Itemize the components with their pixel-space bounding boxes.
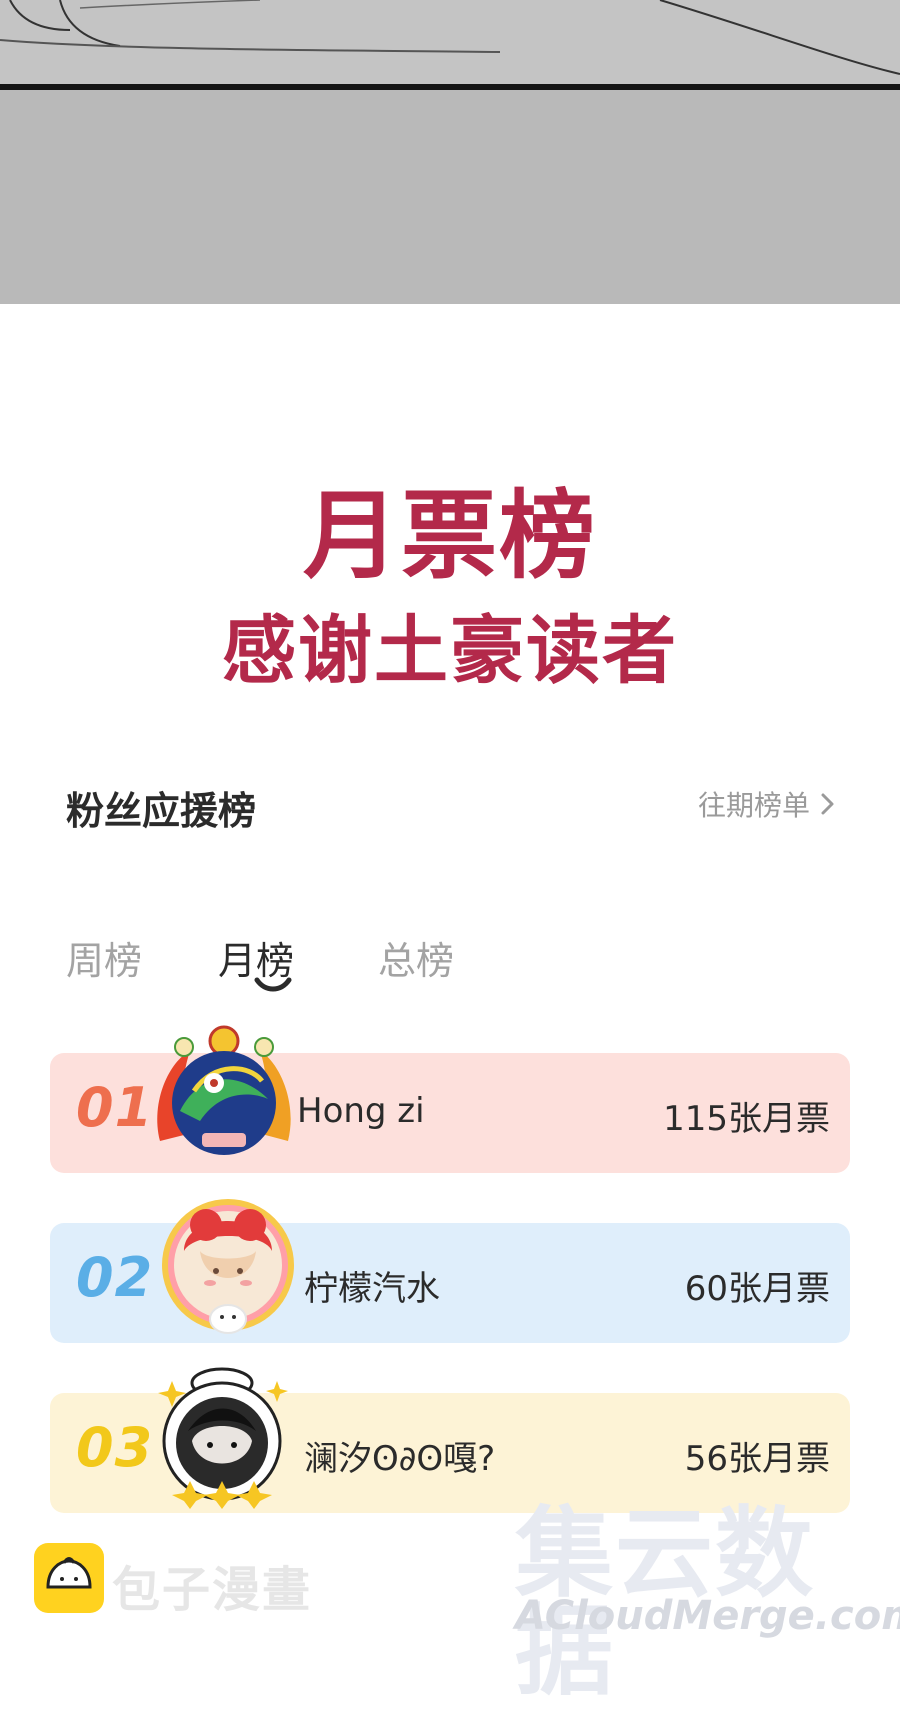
- vote-count: 56张月票: [684, 1439, 830, 1479]
- manga-sketch-lines: [0, 0, 900, 75]
- banner-subtitle: 感谢土豪读者: [222, 608, 678, 694]
- rank-number: 01: [76, 1076, 154, 1139]
- watermark-text-en: ACloudMerge.com: [515, 1593, 900, 1639]
- ranking-row-1[interactable]: 01 Hong zi 115张月票: [50, 1025, 850, 1173]
- banner-title: 月票榜: [303, 480, 597, 592]
- history-link-label: 往期榜单: [697, 789, 810, 822]
- rank-number: 03: [76, 1416, 154, 1479]
- bun-logo-icon: [34, 1543, 104, 1613]
- fan-name: 柠檬汽水: [304, 1269, 440, 1309]
- vote-count: 115张月票: [663, 1099, 830, 1139]
- fan-name: Hong zi: [297, 1091, 425, 1131]
- panel-divider: [0, 84, 900, 90]
- dragon-badge-avatar: [157, 1025, 291, 1155]
- history-list-link[interactable]: 往期榜单: [698, 784, 840, 824]
- duck-frame-avatar: [158, 1367, 288, 1509]
- manga-panel-image: [0, 0, 900, 304]
- tab-weekly[interactable]: 周榜: [66, 930, 142, 985]
- section-heading: 粉丝应援榜: [66, 789, 257, 833]
- brand-name: 包子漫畫: [112, 1562, 313, 1618]
- chevron-right-icon: [821, 793, 834, 815]
- girl-portrait-avatar: [162, 1199, 294, 1334]
- ranking-row-3[interactable]: 03 澜汐ʘ∂ʘ嘎? 56张月票: [50, 1367, 850, 1513]
- fan-name: 澜汐ʘ∂ʘ嘎?: [304, 1439, 496, 1479]
- active-tab-indicator: [254, 977, 292, 992]
- vote-count: 60张月票: [684, 1269, 830, 1309]
- ranking-tabs: 周榜 月榜 总榜: [66, 930, 566, 1010]
- rank-number: 02: [76, 1246, 154, 1309]
- ranking-row-2[interactable]: 02 柠檬汽水 60张月票: [50, 1199, 850, 1343]
- tab-total[interactable]: 总榜: [378, 930, 454, 985]
